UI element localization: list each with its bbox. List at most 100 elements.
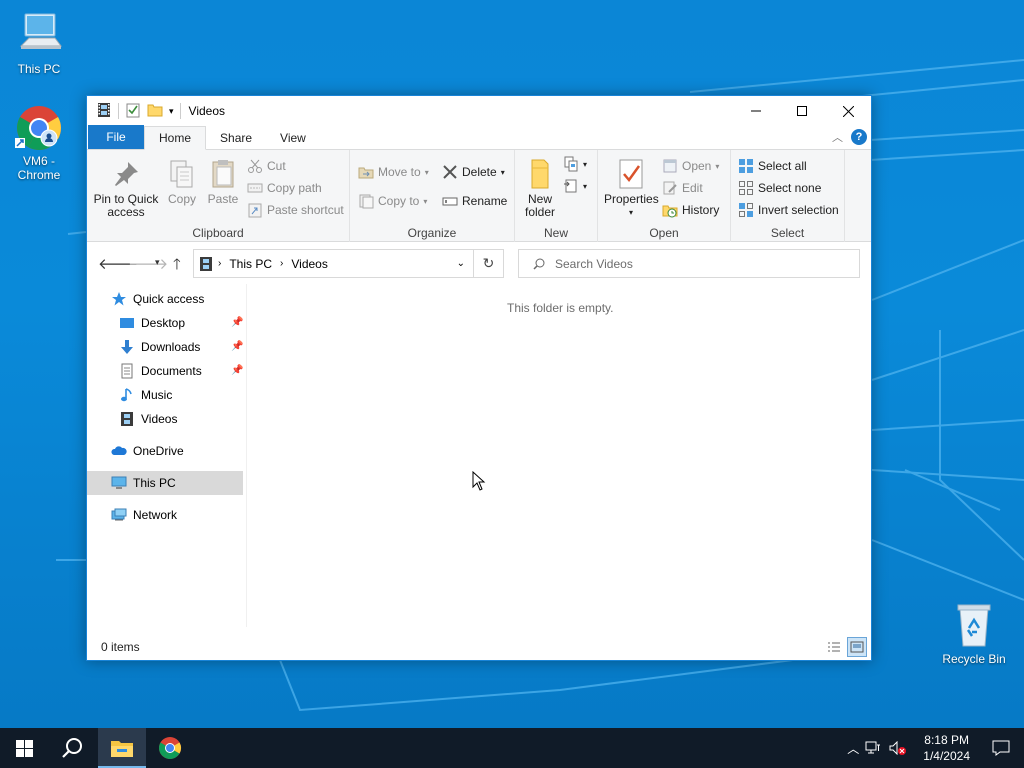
desktop-icon-recycle-bin[interactable]: Recycle Bin	[936, 602, 1012, 666]
clock[interactable]: 8:18 PM 1/4/2024	[913, 732, 980, 764]
clipboard-group-label: Clipboard	[192, 226, 244, 240]
properties-label: Properties	[604, 192, 659, 206]
help-icon[interactable]: ?	[851, 129, 867, 145]
search-taskbar-button[interactable]	[48, 728, 96, 768]
this-pc-icon	[15, 12, 63, 60]
start-button[interactable]	[0, 728, 48, 768]
delete-button[interactable]: Delete ▾	[442, 164, 505, 180]
desktop-icon-label: VM6 - Chrome	[17, 154, 61, 182]
music-note-icon	[119, 387, 135, 403]
pin-label: Pin to Quick access	[93, 192, 159, 219]
qat-separator	[118, 103, 119, 119]
new-item-button[interactable]: ▾	[563, 156, 587, 172]
dropdown-arrow-icon: ▾	[500, 167, 505, 177]
cut-label: Cut	[267, 159, 286, 173]
nav-music[interactable]: Music	[119, 383, 172, 407]
tab-file[interactable]: File	[88, 125, 144, 149]
show-hidden-icons-chevron-icon[interactable]: ︿	[843, 740, 863, 757]
nav-quick-access[interactable]: Quick access	[111, 287, 204, 311]
qat-dropdown-icon[interactable]: ▾	[169, 106, 174, 117]
clock-date: 1/4/2024	[923, 749, 970, 763]
edit-icon	[662, 180, 678, 196]
delete-x-icon	[442, 164, 458, 180]
move-to-button[interactable]: Move to ▾	[358, 164, 429, 180]
nav-label: Quick access	[133, 292, 205, 306]
pin-to-quick-access-button[interactable]: Pin to Quick access	[93, 158, 159, 219]
search-box[interactable]: Search Videos	[518, 249, 860, 278]
nav-documents[interactable]: Documents	[119, 359, 202, 383]
properties-qat-icon[interactable]	[125, 102, 141, 121]
address-dropdown-icon[interactable]: ⌄	[457, 258, 465, 269]
close-button[interactable]	[825, 96, 871, 126]
new-folder-icon	[524, 158, 556, 190]
paste-shortcut-button[interactable]: Paste shortcut	[247, 202, 344, 218]
network-icon	[111, 507, 127, 523]
desktop-icon-chrome[interactable]: VM6 - Chrome	[1, 104, 77, 182]
new-folder-qat-icon[interactable]	[147, 102, 163, 121]
nav-videos[interactable]: Videos	[119, 407, 177, 431]
ribbon: Pin to Quick access Copy Paste Cut Copy …	[87, 150, 871, 242]
new-folder-button[interactable]: New folder	[519, 158, 561, 219]
open-button[interactable]: Open ▾	[662, 158, 719, 174]
tab-view[interactable]: View	[266, 127, 320, 149]
breadcrumb-this-pc[interactable]: This PC	[229, 257, 272, 271]
download-arrow-icon	[119, 339, 135, 355]
history-button[interactable]: History	[662, 202, 719, 218]
invert-selection-button[interactable]: Invert selection	[738, 202, 839, 218]
organize-group: Move to ▾ Copy to ▾ Delete ▾ Rename Orga…	[350, 150, 515, 242]
chrome-taskbar-button[interactable]	[146, 728, 194, 768]
copy-to-button[interactable]: Copy to ▾	[358, 193, 427, 209]
forward-button[interactable]: 🡒	[128, 254, 168, 273]
taskbar: ︿ 8:18 PM 1/4/2024	[0, 728, 1024, 768]
breadcrumb-chevron-icon: ›	[218, 258, 222, 269]
open-icon	[662, 158, 678, 174]
refresh-icon: ↻	[482, 255, 495, 271]
search-icon	[533, 258, 545, 270]
properties-button[interactable]: Properties ▾	[604, 158, 659, 219]
network-tray-icon[interactable]	[863, 741, 883, 755]
select-none-button[interactable]: Select none	[738, 180, 821, 196]
easy-access-button[interactable]: ▾	[563, 178, 587, 194]
up-button[interactable]: 🡑	[173, 254, 181, 279]
dropdown-arrow-icon: ▾	[424, 167, 429, 177]
breadcrumb-videos[interactable]: Videos	[291, 257, 327, 271]
edit-button[interactable]: Edit	[662, 180, 703, 196]
collapse-ribbon-icon[interactable]: ︿	[832, 129, 843, 145]
this-pc-monitor-icon	[111, 475, 127, 491]
recent-locations-button[interactable]: ▾	[155, 257, 160, 268]
new-group: New folder ▾ ▾ New	[515, 150, 598, 242]
minimize-button[interactable]	[733, 96, 779, 126]
file-explorer-taskbar-button[interactable]	[98, 728, 146, 768]
nav-onedrive[interactable]: OneDrive	[111, 439, 184, 463]
copy-path-button[interactable]: Copy path	[247, 180, 322, 196]
cut-button[interactable]: Cut	[247, 158, 286, 174]
details-view-button[interactable]	[824, 637, 844, 657]
empty-folder-message: This folder is empty.	[507, 301, 614, 315]
large-icons-view-button[interactable]	[847, 637, 867, 657]
desktop-icon-this-pc[interactable]: This PC	[1, 12, 77, 76]
maximize-button[interactable]	[779, 96, 825, 126]
refresh-button[interactable]: ↻	[474, 249, 504, 278]
dropdown-arrow-icon: ▾	[583, 181, 588, 191]
rename-button[interactable]: Rename	[442, 193, 507, 209]
paste-shortcut-label: Paste shortcut	[267, 203, 344, 217]
window-title: Videos	[188, 104, 226, 118]
paste-button[interactable]: Paste	[205, 158, 241, 206]
tab-home[interactable]: Home	[144, 126, 207, 150]
nav-this-pc[interactable]: This PC	[87, 471, 243, 495]
select-all-button[interactable]: Select all	[738, 158, 807, 174]
nav-desktop[interactable]: Desktop	[119, 311, 185, 335]
nav-downloads[interactable]: Downloads	[119, 335, 200, 359]
volume-muted-icon[interactable]	[883, 741, 913, 755]
copy-button[interactable]: Copy	[163, 158, 201, 206]
nav-network[interactable]: Network	[111, 503, 177, 527]
action-center-icon[interactable]	[980, 740, 1024, 756]
address-bar[interactable]: › This PC › Videos ⌄	[193, 249, 474, 278]
pin-icon: 📌	[231, 341, 244, 352]
copy-to-icon	[358, 193, 374, 209]
tab-share[interactable]: Share	[206, 127, 266, 149]
nav-label: This PC	[133, 476, 176, 490]
onedrive-cloud-icon	[111, 443, 127, 459]
file-explorer-icon	[111, 741, 133, 757]
details-view-icon	[828, 642, 840, 652]
